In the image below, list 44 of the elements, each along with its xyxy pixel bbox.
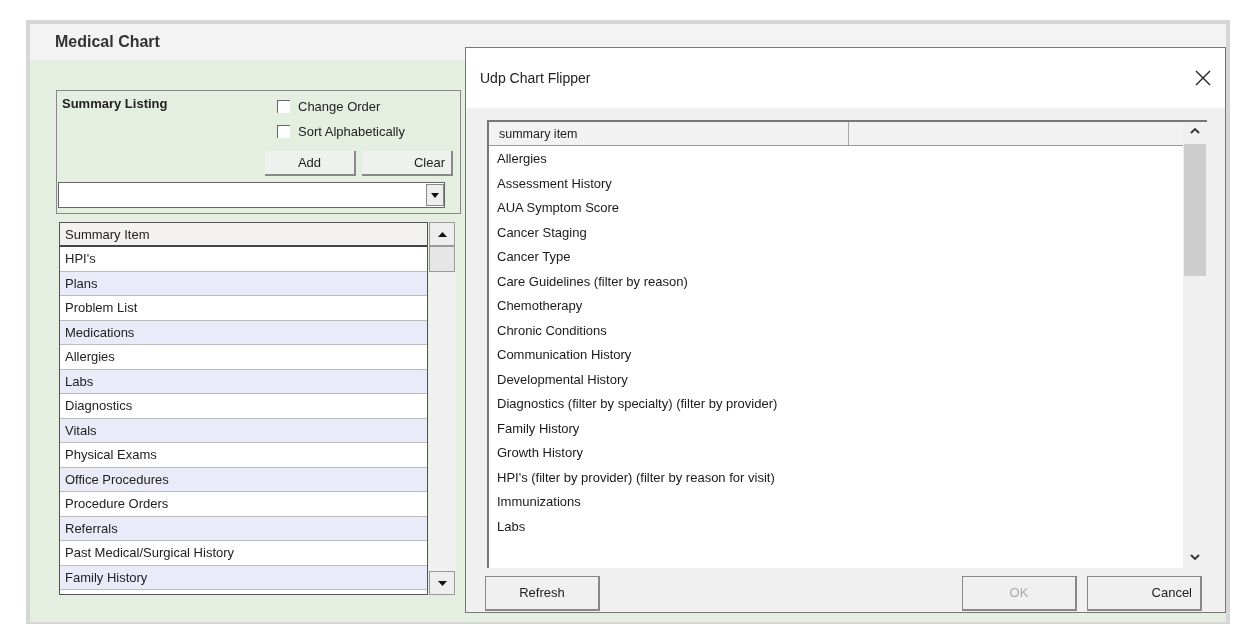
list-row[interactable]: Referrals — [60, 516, 427, 541]
window-title: Medical Chart — [55, 32, 160, 52]
close-icon[interactable] — [1195, 70, 1211, 86]
list-item[interactable]: Diagnostics (filter by specialty) (filter by provider) — [497, 392, 778, 417]
dialog-title: Udp Chart Flipper — [480, 68, 591, 88]
scroll-up-icon[interactable] — [1190, 128, 1200, 134]
list-item[interactable]: Chemotherapy — [497, 294, 583, 319]
group-title: Summary Listing — [62, 95, 168, 113]
scrollbar[interactable] — [429, 222, 456, 595]
list-item[interactable]: Assessment History — [497, 171, 612, 196]
refresh-button[interactable]: Refresh — [485, 576, 600, 611]
scroll-thumb[interactable] — [429, 246, 455, 272]
list-row[interactable]: Labs — [60, 369, 427, 394]
list-item[interactable]: Immunizations — [497, 490, 581, 515]
list-item[interactable]: Care Guidelines (filter by reason) — [497, 269, 688, 294]
column-header[interactable]: Summary Item — [60, 223, 427, 247]
list-item[interactable]: AUA Symptom Score — [497, 196, 620, 221]
summary-combo-box[interactable] — [58, 182, 445, 208]
list-row[interactable]: Family History — [60, 565, 427, 590]
list-item[interactable]: Growth History — [497, 441, 583, 466]
list-item[interactable]: Communication History — [497, 343, 632, 368]
scroll-up-icon[interactable] — [429, 222, 455, 246]
list-item[interactable]: Chronic Conditions — [497, 318, 607, 343]
checkbox-label[interactable]: Sort Alphabetically — [298, 121, 405, 141]
list-item[interactable]: Cancer Staging — [497, 220, 587, 245]
list-item[interactable]: Cancer Type — [497, 245, 571, 270]
scroll-down-icon[interactable] — [1190, 554, 1200, 560]
list-item[interactable]: Developmental History — [497, 367, 628, 392]
list-row[interactable]: Plans — [60, 271, 427, 296]
list-item[interactable]: HPI's (filter by provider) (filter by reason for visit) — [497, 465, 775, 490]
checkbox[interactable] — [277, 100, 290, 114]
list-item[interactable]: Family History — [497, 416, 580, 441]
list-item[interactable]: Allergies — [497, 147, 547, 172]
checkbox-label[interactable]: Change Order — [298, 97, 381, 117]
list-row[interactable]: Office Procedures — [60, 467, 427, 492]
list-item[interactable]: Labs — [497, 514, 526, 539]
scroll-thumb[interactable] — [1184, 144, 1206, 276]
scroll-down-icon[interactable] — [429, 571, 455, 595]
list-row[interactable]: Medications — [60, 320, 427, 345]
cancel-button[interactable]: Cancel — [1087, 576, 1202, 611]
checkbox[interactable] — [277, 124, 290, 138]
clear-button[interactable]: Clear — [362, 151, 453, 176]
add-button[interactable]: Add — [265, 151, 356, 176]
list-row[interactable]: Vitals — [60, 418, 427, 443]
